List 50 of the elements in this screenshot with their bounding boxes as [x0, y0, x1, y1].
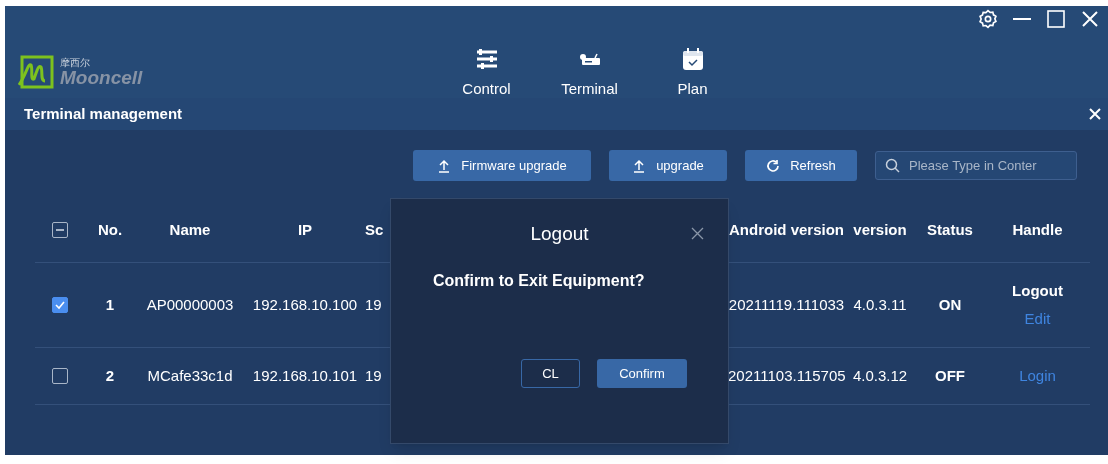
nav-tab[interactable]: Control	[435, 46, 538, 101]
table-cell-text: 4.0.3.12	[851, 365, 909, 386]
refresh-icon	[766, 158, 781, 173]
table-cell-text: OFF	[934, 365, 966, 386]
nav-tab[interactable]: Terminal	[538, 46, 641, 101]
table-cell-text: 20211103.115705	[728, 365, 845, 386]
column-header: Status	[926, 219, 974, 240]
column-header: Android version	[728, 219, 845, 240]
settings-icon[interactable]	[978, 9, 998, 29]
toolbar-button[interactable]: Refresh	[745, 150, 857, 181]
dialog-message: Confirm to Exit Equipment?	[433, 271, 646, 291]
table-cell-text: ON	[937, 294, 963, 315]
action-link[interactable]: Login	[1019, 364, 1056, 388]
table-cell-text: 19	[365, 365, 383, 386]
close-icon[interactable]	[691, 227, 704, 240]
table-cell-text: MCafe33c1d	[146, 365, 234, 386]
column-header: IP	[296, 219, 314, 240]
close-icon[interactable]	[1080, 9, 1100, 29]
table-cell-text: 1	[104, 294, 116, 315]
action-link[interactable]: Edit	[1024, 308, 1051, 331]
table-cell-text: 2	[104, 365, 116, 386]
column-header: Sc	[365, 219, 385, 240]
logo-wordmark: Mooncell	[60, 67, 143, 87]
maximize-icon[interactable]	[1046, 9, 1066, 29]
dialog-title: Logout	[530, 221, 589, 246]
logo-icon	[18, 55, 54, 89]
dialog-button[interactable]: Confirm	[597, 359, 687, 388]
checkbox[interactable]	[52, 297, 68, 313]
checkbox[interactable]	[52, 222, 68, 238]
table-cell-text: 19	[365, 294, 383, 315]
logo-subtitle: 摩西尔	[60, 57, 91, 68]
search-icon	[885, 158, 900, 173]
table-cell-text: 4.0.3.11	[852, 294, 908, 315]
upload-icon	[437, 158, 452, 173]
column-header: No.	[96, 219, 124, 240]
dialog-button[interactable]: CL	[521, 359, 580, 388]
search-field[interactable]: Please Type in Conter	[875, 151, 1077, 180]
toolbar-button[interactable]: upgrade	[609, 150, 727, 181]
upload-icon	[632, 158, 647, 173]
column-header: Name	[168, 219, 212, 240]
table-cell-text: 192.168.10.100	[251, 294, 359, 315]
action-link[interactable]: Logout	[1012, 279, 1063, 302]
column-header: version	[852, 219, 908, 240]
table-cell-text: AP00000003	[145, 294, 235, 315]
table-cell-text: 192.168.10.101	[251, 365, 359, 386]
toolbar-button[interactable]: Firmware upgrade	[413, 150, 591, 181]
panel-title: Terminal management	[24, 103, 183, 124]
checkbox[interactable]	[52, 368, 68, 384]
table-cell-text: 20211119.111033	[728, 294, 845, 315]
column-header: Handle	[1011, 219, 1064, 240]
